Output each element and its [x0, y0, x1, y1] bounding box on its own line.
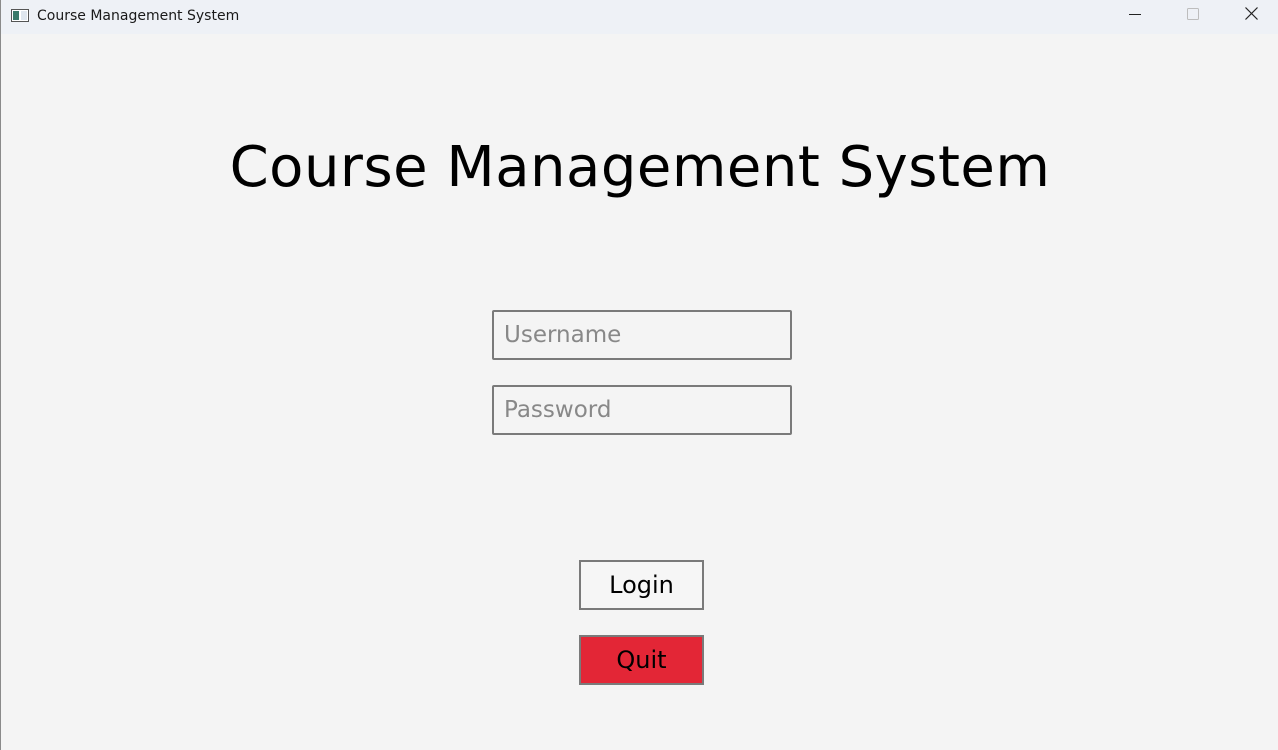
window-title: Course Management System — [37, 8, 240, 24]
app-window: Course Management System Course Manageme… — [0, 0, 1278, 750]
minimize-icon — [1129, 7, 1141, 25]
password-input[interactable] — [492, 385, 792, 435]
app-icon — [11, 9, 29, 22]
login-button[interactable]: Login — [579, 560, 704, 610]
maximize-button[interactable] — [1164, 0, 1222, 32]
close-icon — [1244, 7, 1258, 25]
username-input[interactable] — [492, 310, 792, 360]
page-title: Course Management System — [229, 135, 1051, 200]
title-bar[interactable]: Course Management System — [1, 0, 1278, 34]
close-button[interactable] — [1222, 0, 1278, 32]
maximize-icon — [1187, 7, 1199, 25]
minimize-button[interactable] — [1106, 0, 1164, 32]
quit-button[interactable]: Quit — [579, 635, 704, 685]
